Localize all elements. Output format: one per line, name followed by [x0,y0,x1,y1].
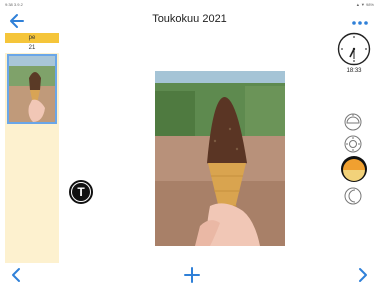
svg-text:T: T [77,185,85,199]
main-photo[interactable] [155,71,285,246]
next-button[interactable] [355,266,371,284]
morning-icon[interactable] [343,112,363,132]
page-title: Toukokuu 2021 [152,13,227,25]
day-number: 21 [5,43,59,53]
previous-button[interactable] [8,266,24,284]
chevron-left-icon [12,268,20,282]
status-time: 9:38 3.9.2 [5,2,23,7]
evening-icon[interactable] [340,155,368,183]
top-bar: Toukokuu 2021 [0,9,379,33]
ice-cream-photo [155,71,285,246]
status-indicators: ▲ ▼ 98% [355,2,374,7]
more-button[interactable] [351,15,369,25]
sunrise-icon [344,113,362,131]
add-button[interactable] [183,266,201,284]
moon-icon [344,187,362,205]
thumbnail-image [9,56,55,122]
timer-button[interactable]: T [69,180,93,204]
bottom-toolbar [0,263,379,287]
analog-clock-icon [337,32,371,66]
clock-widget: 18:33 [334,32,376,80]
chevron-right-icon [359,268,367,282]
more-dots-icon [352,21,368,25]
clock-time: 18:33 [346,68,362,74]
night-icon[interactable] [343,186,363,206]
timer-t-icon: T [72,183,90,201]
photo-thumbnail[interactable] [7,54,57,124]
status-bar: 9:38 3.9.2 ▲ ▼ 98% [0,0,379,9]
plus-icon [184,267,200,283]
sunset-icon [341,156,367,182]
day-sidebar: pe 21 [5,33,59,263]
day-icon[interactable] [343,134,363,154]
weekday-label: pe [5,33,59,43]
sun-icon [344,135,362,153]
